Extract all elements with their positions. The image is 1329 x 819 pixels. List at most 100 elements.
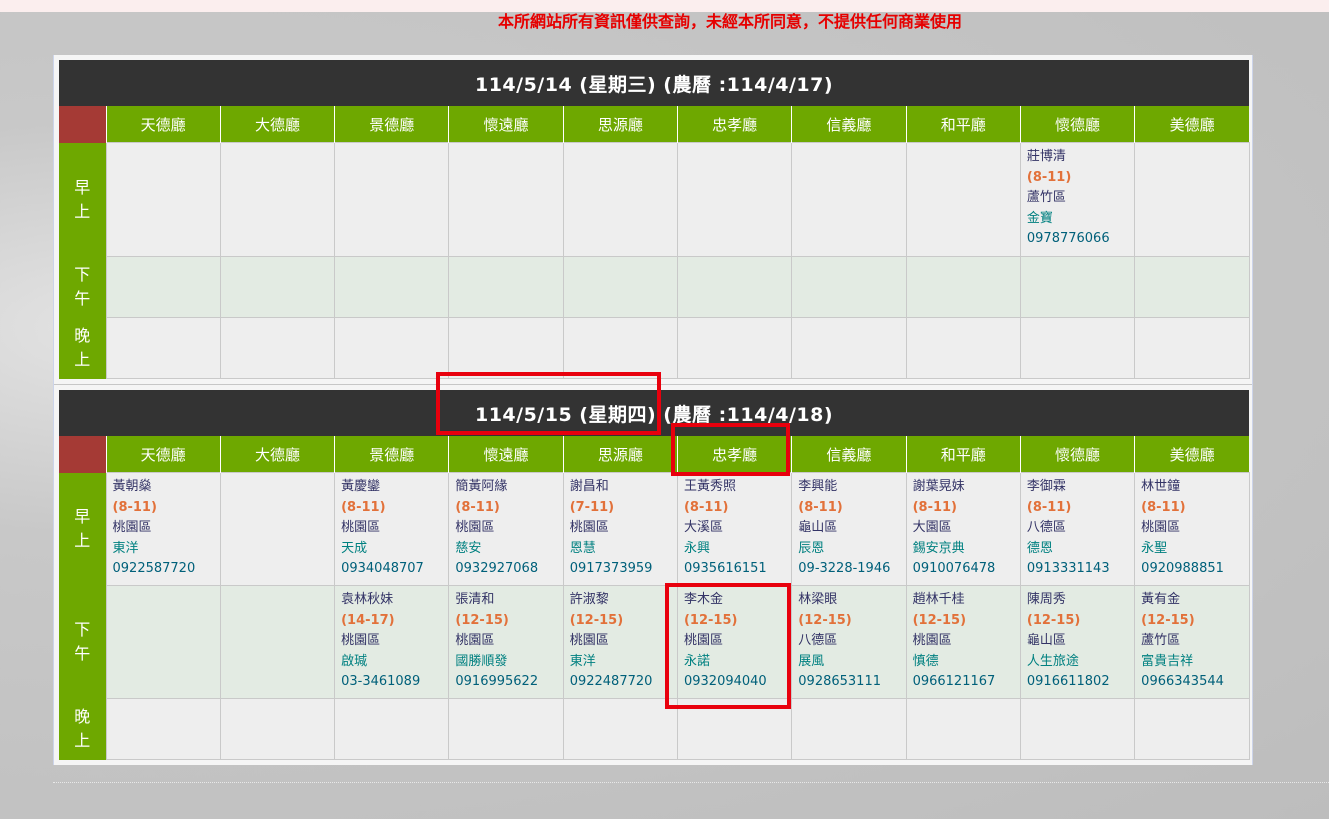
- schedule-cell: [334, 256, 450, 318]
- schedule-cell: [219, 317, 336, 379]
- contact-phone: 0920988851: [1141, 561, 1224, 576]
- period-char: 上: [74, 731, 91, 750]
- hall-header-1: 天德廳: [105, 106, 221, 143]
- schedule-cell: [219, 698, 336, 760]
- hall-header-1: 天德廳: [105, 436, 221, 473]
- schedule-cell: [334, 698, 450, 760]
- deceased-name: 張清和: [455, 592, 495, 607]
- period-char: 下: [74, 265, 91, 284]
- afternoon-row: 下午 袁林秋妹 (14-17) 桃園區 啟瑊 03-3461089 張清和 (12-15) 桃園…: [59, 585, 1250, 699]
- service-time: (12-15): [912, 612, 967, 628]
- schedule-cell: 黃有金 (12-15) 蘆竹區 富貴吉祥 0966343544: [1134, 585, 1250, 699]
- deceased-name: 黃有金: [1141, 592, 1181, 607]
- contact-phone: 0978776066: [1026, 231, 1110, 246]
- hall-header-row: 天德廳 大德廳 景德廳 懷遠廳 思源廳 忠孝廳 信義廳 和平廳 懷德廳 美德廳: [59, 436, 1250, 473]
- district: 桃園區: [455, 633, 495, 648]
- period-char: 午: [74, 644, 91, 663]
- service-time: (12-15): [1141, 612, 1195, 628]
- afternoon-row: 下午: [59, 256, 1250, 318]
- schedule-cell: [791, 317, 907, 379]
- hall-header-2: 大德廳: [219, 436, 335, 473]
- contact-phone: 0917373959: [569, 561, 653, 576]
- hall-header-3: 景德廳: [334, 436, 449, 473]
- funeral-company: 展風: [798, 653, 825, 669]
- service-time: (8-11): [1141, 499, 1186, 515]
- period-label-night: 晚上: [59, 317, 106, 379]
- district: 桃園區: [455, 520, 495, 535]
- hall-header-8: 和平廳: [905, 106, 1021, 143]
- service-time: (7-11): [569, 499, 615, 515]
- corner-cell: [59, 106, 106, 143]
- district: 蘆竹區: [1026, 190, 1066, 205]
- schedule-cell: [334, 142, 450, 257]
- period-label-afternoon: 下午: [59, 256, 106, 318]
- schedule-cell: 李御霖 (8-11) 八德區 德恩 0913331143: [1019, 472, 1136, 586]
- deceased-name: 趙林千桂: [912, 592, 965, 607]
- schedule-cell: 黃朝燊 (8-11) 桃園區 東洋 0922587720: [105, 472, 221, 586]
- date-highlight-box: [436, 372, 661, 435]
- period-char: 晚: [74, 326, 91, 345]
- schedule-cell: [1019, 256, 1136, 318]
- night-row: 晚上: [59, 698, 1250, 760]
- service-time: (8-11): [912, 499, 957, 515]
- corner-cell: [59, 436, 106, 473]
- hall-header-7: 信義廳: [791, 106, 907, 143]
- district: 桃園區: [341, 633, 381, 648]
- schedule-cell: 李興能 (8-11) 龜山區 辰恩 09-3228-1946: [791, 472, 907, 586]
- district: 桃園區: [341, 520, 381, 535]
- hall-header-10: 美德廳: [1134, 106, 1250, 143]
- deceased-name: 林梁眼: [798, 592, 838, 607]
- day-schedule-0514: 114/5/14 (星期三) (農曆 :114/4/17) 天德廳 大德廳 景德廳懷…: [59, 60, 1250, 379]
- district: 桃園區: [112, 520, 152, 535]
- schedule-cell: [562, 317, 678, 379]
- funeral-company: 東洋: [112, 540, 139, 556]
- schedule-cell: 許淑黎 (12-15) 桃園區 東洋 0922487720: [562, 585, 678, 699]
- deceased-name: 許淑黎: [569, 592, 609, 607]
- schedule-cell: 王黃秀照 (8-11) 大溪區 永興 0935616151: [676, 472, 793, 586]
- hall-header-5: 思源廳: [562, 436, 678, 473]
- service-time: (14-17): [341, 612, 395, 628]
- hall-header-9: 懷德廳: [1019, 436, 1135, 473]
- district: 八德區: [798, 633, 838, 648]
- period-char: 上: [74, 201, 91, 221]
- service-time: (8-11): [1026, 169, 1072, 185]
- schedule-cell: 趙林千桂 (12-15) 桃園區 慎德 0966121167: [905, 585, 1021, 699]
- deceased-name: 李興能: [798, 479, 838, 494]
- morning-row: 早上黃朝燊 (8-11) 桃園區 東洋 0922587720 黃慶鑾 (8-11) 桃園區 天成…: [59, 472, 1250, 586]
- deceased-name: 莊博清: [1026, 149, 1066, 164]
- morning-row: 早上 莊博清 (8-11) 蘆竹區 金寶 0978776066: [59, 142, 1250, 257]
- district: 桃園區: [569, 520, 609, 535]
- funeral-company: 慎德: [912, 653, 939, 669]
- schedule-cell: 簡黃阿緣 (8-11) 桃園區 慈安 0932927068: [448, 472, 564, 586]
- period-char: 早: [74, 177, 91, 197]
- schedule-cell: [905, 256, 1021, 318]
- contact-phone: 0916995622: [455, 674, 539, 689]
- schedule-cell: [1019, 317, 1136, 379]
- schedule-cell: [448, 698, 564, 760]
- period-label-afternoon: 下午: [59, 585, 106, 699]
- funeral-company: 天成: [341, 540, 368, 556]
- period-char: 晚: [74, 707, 91, 726]
- period-char: 上: [74, 350, 91, 369]
- period-char: 下: [74, 620, 91, 639]
- funeral-company: 人生旅途: [1026, 653, 1079, 669]
- funeral-company: 錫安京典: [912, 540, 965, 556]
- schedule-cell: [105, 256, 221, 318]
- top-strip: [0, 0, 1329, 12]
- funeral-company: 慈安: [455, 540, 482, 556]
- period-label-morning: 早上: [59, 142, 106, 257]
- schedule-cell: 林世鐘 (8-11) 桃園區 永聖 0920988851: [1134, 472, 1250, 586]
- period-label-night: 晚上: [59, 698, 106, 760]
- schedule-cell: [676, 317, 793, 379]
- schedule-cell: [1019, 698, 1136, 760]
- hall-header-row: 天德廳 大德廳 景德廳 懷遠廳 思源廳 忠孝廳 信義廳 和平廳 懷德廳 美德廳: [59, 106, 1250, 143]
- service-time: (12-15): [569, 612, 624, 628]
- schedule-cell: [1134, 256, 1250, 318]
- funeral-company: 德恩: [1026, 540, 1053, 556]
- funeral-company: 永興: [683, 540, 710, 556]
- service-time: (12-15): [798, 612, 852, 628]
- hall-highlight-box: [671, 423, 790, 476]
- funeral-company: 東洋: [569, 653, 596, 669]
- day-schedule-0515: 114/5/15 (星期四) (農曆 :114/4/18) 天德廳 大德廳 景德廳懷…: [59, 390, 1250, 760]
- district: 龜山區: [798, 520, 838, 535]
